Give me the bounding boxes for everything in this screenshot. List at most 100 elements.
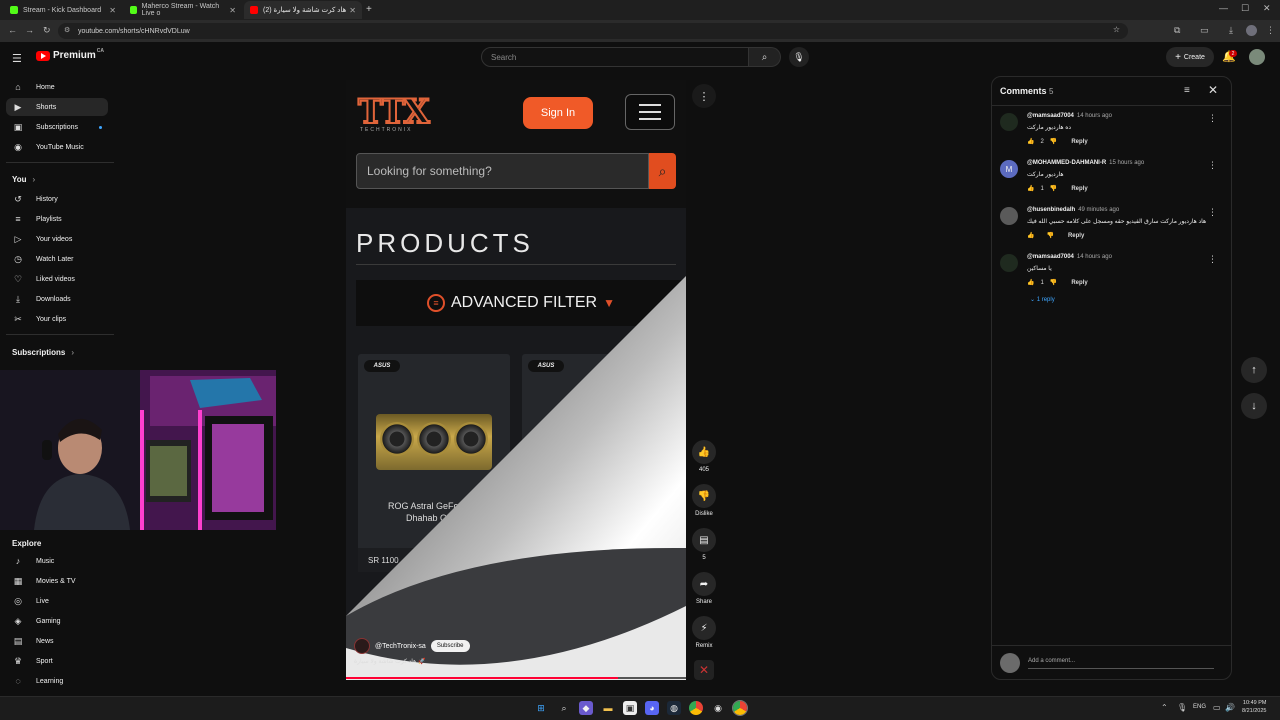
view-replies-link[interactable]: ⌄ 1 reply (1030, 296, 1055, 303)
create-button[interactable]: + Create (1166, 47, 1214, 67)
new-tab-button[interactable]: + (366, 4, 372, 15)
sound-thumbnail-icon[interactable]: ✕ (694, 660, 714, 680)
site-info-icon[interactable]: ⚙ (64, 26, 70, 34)
more-vertical-icon[interactable]: ⋮ (1208, 113, 1217, 124)
next-short-button[interactable]: ↓ (1241, 393, 1267, 419)
back-icon[interactable]: ← (8, 25, 17, 35)
thumb-up-icon[interactable]: 👍 (1027, 185, 1034, 192)
thumb-down-icon[interactable]: 👎 (1050, 279, 1057, 286)
subscribe-button[interactable]: Subscribe (430, 640, 470, 652)
sidebar-item-your-clips[interactable]: ✂ Your clips (6, 310, 108, 328)
sort-icon[interactable]: ≡ (1184, 85, 1190, 96)
chrome-active-icon[interactable] (732, 700, 748, 716)
comment-author[interactable]: @mamsaad7004 14 hours ago (1027, 113, 1112, 119)
remix-action[interactable]: ⚡ Remix (692, 616, 716, 649)
more-vertical-icon[interactable]: ⋮ (1208, 207, 1217, 218)
comment-icon[interactable]: ▤ (692, 528, 716, 552)
sidebar-item-sport[interactable]: ♛ Sport (6, 652, 108, 670)
add-comment-input[interactable]: Add a comment... (1028, 653, 1214, 669)
sidebar-item-history[interactable]: ↺ History (6, 190, 108, 208)
profile-avatar[interactable] (1246, 25, 1257, 36)
channel-row[interactable]: @TechTronix-sa Subscribe (354, 638, 470, 654)
sidebar-item-liked-videos[interactable]: ♡ Liked videos (6, 270, 108, 288)
taskbar-clock[interactable]: 10:49 PM 8/21/2025 (1242, 699, 1266, 715)
address-bar[interactable]: ⚙ youtube.com/shorts/cHNRvdVDLuw ☆ (58, 23, 1128, 39)
copilot-icon[interactable]: ◆ (579, 701, 593, 715)
thumb-down-icon[interactable]: 👎 (1050, 185, 1057, 192)
thumb-up-icon[interactable]: 👍 (1027, 138, 1034, 145)
browser-tab-youtube-short[interactable]: هاد كرت شاشة ولا سيارة (2) ✕ (244, 1, 362, 19)
channel-name[interactable]: @TechTronix-sa (375, 643, 426, 650)
windows-start-icon[interactable]: ⊞ (534, 701, 548, 715)
close-icon[interactable]: ✕ (109, 6, 116, 15)
language-indicator[interactable]: ENG (1193, 704, 1206, 710)
more-options-button[interactable]: ⋮ (692, 84, 716, 108)
comment-author[interactable]: @mamsaad7004 14 hours ago (1027, 254, 1112, 260)
sidebar-item-youtube-music[interactable]: ◉ YouTube Music (6, 138, 108, 156)
sidebar-item-gaming[interactable]: ◈ Gaming (6, 612, 108, 630)
file-explorer-icon[interactable]: ▬ (601, 701, 615, 715)
sidebar-item-learning[interactable]: ◌ Learning (6, 672, 108, 690)
reply-button[interactable]: Reply (1071, 186, 1087, 192)
more-vertical-icon[interactable]: ⋮ (1208, 254, 1217, 265)
share-action[interactable]: ➦ Share (692, 572, 716, 605)
obs-icon[interactable]: ◉ (711, 701, 725, 715)
minimize-icon[interactable]: — (1219, 3, 1228, 13)
thumb-up-icon[interactable]: 👍 (692, 440, 716, 464)
store-icon[interactable]: ▣ (623, 701, 637, 715)
comments-action[interactable]: ▤ 5 (692, 528, 716, 561)
sidebar-item-live[interactable]: ◎ Live (6, 592, 108, 610)
previous-short-button[interactable]: ↑ (1241, 357, 1267, 383)
remix-icon[interactable]: ⚡ (692, 616, 716, 640)
comment-avatar[interactable]: M (1000, 160, 1018, 178)
chrome-icon[interactable] (689, 701, 703, 715)
reply-button[interactable]: Reply (1071, 280, 1087, 286)
shorts-video-player[interactable]: TTX TECHTRONIX Sign In Looking for somet… (346, 80, 686, 680)
close-icon[interactable]: ✕ (1208, 83, 1218, 97)
search-input[interactable]: Search (481, 47, 749, 67)
reload-icon[interactable]: ↻ (43, 25, 51, 36)
share-icon[interactable]: ➦ (692, 572, 716, 596)
comment-avatar[interactable] (1000, 113, 1018, 131)
sidebar-item-music[interactable]: ♪ Music (6, 552, 108, 570)
extensions-icon[interactable]: ⧉ (1174, 25, 1180, 36)
comment-avatar[interactable] (1000, 254, 1018, 272)
network-icon[interactable]: ▭ (1213, 703, 1221, 712)
browser-tab-maherco-stream[interactable]: Maherco Stream - Watch Live o ✕ (124, 1, 242, 19)
sidebar-you-header[interactable]: You › (12, 175, 35, 184)
thumb-up-icon[interactable]: 👍 (1027, 279, 1034, 286)
thumb-up-icon[interactable]: 👍 (1027, 232, 1034, 239)
hamburger-menu-icon[interactable]: ☰ (12, 52, 22, 65)
search-button[interactable]: ⌕ (749, 47, 781, 67)
sidebar-item-playlists[interactable]: ≡ Playlists (6, 210, 108, 228)
sidebar-item-home[interactable]: ⌂ Home (6, 78, 108, 96)
volume-icon[interactable]: 🔊 (1225, 703, 1235, 712)
sidebar-item-your-videos[interactable]: ▷ Your videos (6, 230, 108, 248)
microphone-tray-icon[interactable]: 🎙 (1177, 703, 1187, 712)
dislike-action[interactable]: 👎 Dislike (692, 484, 716, 517)
comment-avatar[interactable] (1000, 207, 1018, 225)
close-icon[interactable]: ✕ (229, 6, 236, 15)
tray-overflow-icon[interactable]: ⌃ (1161, 703, 1168, 712)
sidebar-subscriptions-header[interactable]: Subscriptions › (12, 348, 74, 357)
comment-author[interactable]: @husenbinedalh 49 minutes ago (1027, 207, 1119, 213)
video-progress-bar[interactable] (346, 677, 686, 679)
account-avatar[interactable] (1249, 49, 1265, 65)
forward-icon[interactable]: → (25, 25, 34, 35)
discord-icon[interactable]: ◕ (645, 701, 659, 715)
sidepanel-icon[interactable]: ▭ (1200, 25, 1209, 36)
like-action[interactable]: 👍 405 (692, 440, 716, 473)
bookmark-star-icon[interactable]: ☆ (1113, 25, 1120, 34)
sidebar-item-shorts[interactable]: ▶ Shorts (6, 98, 108, 116)
short-title[interactable]: هاد كرت شاشة ولا سيارة 🚀 (354, 658, 425, 665)
downloads-icon[interactable]: ⤓ (1229, 25, 1233, 36)
taskbar-search-icon[interactable]: ⌕ (557, 701, 571, 715)
browser-menu-icon[interactable]: ⋮ (1266, 25, 1275, 36)
reply-button[interactable]: Reply (1068, 233, 1084, 239)
browser-tab-kick-dashboard[interactable]: Stream - Kick Dashboard ✕ (4, 1, 122, 19)
close-icon[interactable]: ✕ (349, 6, 356, 15)
reply-button[interactable]: Reply (1071, 139, 1087, 145)
steam-icon[interactable]: ◍ (667, 701, 681, 715)
more-vertical-icon[interactable]: ⋮ (1208, 160, 1217, 171)
youtube-premium-logo[interactable]: Premium CA (36, 48, 104, 61)
